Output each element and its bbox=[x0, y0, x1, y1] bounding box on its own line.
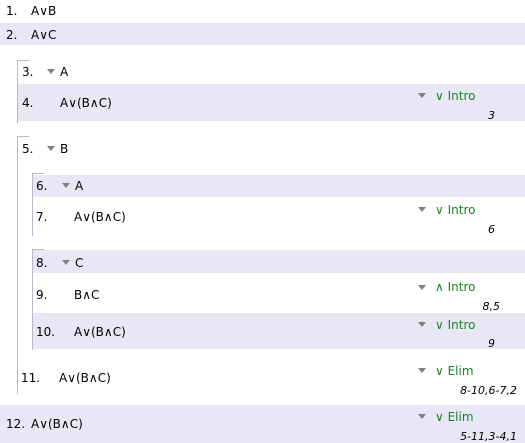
formula[interactable]: A bbox=[60, 65, 68, 79]
rule-citation[interactable]: 8-10,6-7,2 bbox=[460, 384, 517, 397]
rule-name[interactable]: ∨ Elim bbox=[435, 410, 474, 424]
formula[interactable]: A∨(B∧C) bbox=[74, 325, 126, 339]
rule-citation[interactable]: 9 bbox=[488, 337, 495, 350]
formula[interactable]: A bbox=[75, 179, 83, 193]
formula[interactable]: A∨(B∧C) bbox=[31, 417, 83, 431]
line-number: 9. bbox=[36, 288, 48, 302]
triangle-down-icon[interactable] bbox=[62, 183, 70, 188]
subproof-tick-5-11 bbox=[17, 136, 29, 137]
subproof-bar-3-4 bbox=[17, 60, 18, 123]
subproof-bar-5-11 bbox=[17, 136, 18, 394]
line-number: 3. bbox=[22, 65, 34, 79]
formula[interactable]: A∨C bbox=[31, 28, 56, 42]
line-number: 11. bbox=[21, 371, 41, 385]
rule-name[interactable]: ∨ Intro bbox=[435, 89, 475, 103]
rule-citation[interactable]: 5-11,3-4,1 bbox=[460, 430, 517, 443]
rule-name[interactable]: ∨ Elim bbox=[435, 364, 474, 378]
triangle-down-icon[interactable] bbox=[62, 260, 70, 265]
line-number: 1. bbox=[6, 4, 18, 18]
rule-citation[interactable]: 3 bbox=[488, 109, 495, 122]
triangle-down-icon[interactable] bbox=[418, 322, 426, 327]
line-number: 2. bbox=[6, 28, 18, 42]
triangle-down-icon[interactable] bbox=[418, 368, 426, 373]
formula[interactable]: B∧C bbox=[74, 288, 99, 302]
triangle-down-icon[interactable] bbox=[418, 285, 426, 290]
rule-citation[interactable]: 8,5 bbox=[483, 300, 501, 313]
row-band-8 bbox=[32, 250, 525, 273]
subproof-tick-3-4 bbox=[17, 60, 29, 61]
rule-name[interactable]: ∨ Intro bbox=[435, 318, 475, 332]
rule-name[interactable]: ∧ Intro bbox=[435, 280, 475, 294]
line-number: 4. bbox=[22, 96, 34, 110]
triangle-down-icon[interactable] bbox=[418, 93, 426, 98]
subproof-tick-6-7 bbox=[32, 173, 44, 174]
triangle-down-icon[interactable] bbox=[418, 207, 426, 212]
formula[interactable]: A∨(B∧C) bbox=[74, 210, 126, 224]
line-number: 12. bbox=[6, 417, 26, 431]
rule-citation[interactable]: 6 bbox=[488, 223, 495, 236]
triangle-down-icon[interactable] bbox=[418, 414, 426, 419]
formula[interactable]: A∨B bbox=[31, 4, 56, 18]
subproof-bar-8-10 bbox=[32, 249, 33, 350]
subproof-tick-8-10 bbox=[32, 249, 44, 250]
formula[interactable]: A∨(B∧C) bbox=[59, 371, 111, 385]
row-band-6 bbox=[32, 175, 525, 197]
formula[interactable]: B bbox=[60, 142, 68, 156]
triangle-down-icon[interactable] bbox=[47, 146, 55, 151]
line-number: 5. bbox=[22, 142, 34, 156]
formula[interactable]: A∨(B∧C) bbox=[60, 96, 112, 110]
subproof-bar-6-7 bbox=[32, 173, 33, 236]
triangle-down-icon[interactable] bbox=[47, 69, 55, 74]
line-number: 10. bbox=[36, 325, 56, 339]
formula[interactable]: C bbox=[75, 256, 83, 270]
rule-name[interactable]: ∨ Intro bbox=[435, 203, 475, 217]
row-band-2 bbox=[0, 23, 525, 45]
line-number: 6. bbox=[36, 179, 48, 193]
line-number: 8. bbox=[36, 256, 48, 270]
line-number: 7. bbox=[36, 210, 48, 224]
